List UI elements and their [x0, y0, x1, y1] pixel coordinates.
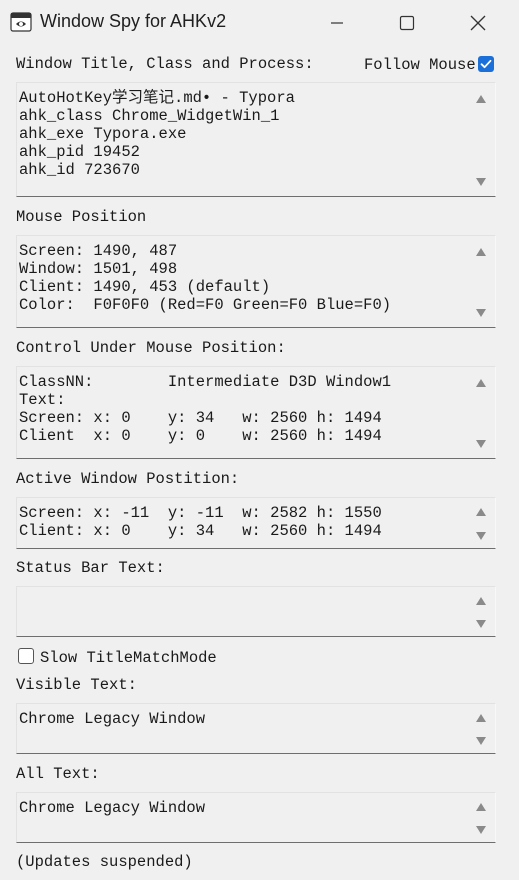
minimize-icon: [331, 21, 343, 24]
scroll-down-icon[interactable]: [476, 440, 486, 448]
spy-icon: [10, 12, 32, 32]
maximize-button[interactable]: [372, 0, 442, 45]
control-under-mouse-label: Control Under Mouse Position:: [16, 339, 286, 357]
checkmark-icon: [480, 59, 492, 69]
scroll-down-icon[interactable]: [476, 620, 486, 628]
close-button[interactable]: [443, 0, 513, 45]
maximize-icon: [399, 15, 415, 30]
scroll-down-icon[interactable]: [476, 178, 486, 186]
mouse-position-text: Screen: 1490, 487 Window: 1501, 498 Clie…: [19, 242, 392, 314]
scroll-down-icon[interactable]: [476, 826, 486, 834]
mouse-position-label: Mouse Position: [16, 208, 147, 226]
updates-status-text: (Updates suspended): [16, 853, 193, 871]
active-window-textbox[interactable]: Screen: x: -11 y: -11 w: 2582 h: 1550 Cl…: [16, 497, 496, 549]
visible-text-label: Visible Text:: [16, 676, 137, 694]
scroll-up-icon[interactable]: [476, 95, 486, 103]
window-title: Window Spy for AHKv2: [40, 11, 227, 31]
scroll-up-icon[interactable]: [476, 803, 486, 811]
all-text-label: All Text:: [16, 765, 100, 783]
minimize-button[interactable]: [302, 0, 372, 45]
scroll-down-icon[interactable]: [476, 309, 486, 317]
all-text-textbox[interactable]: Chrome Legacy Window: [16, 792, 496, 843]
visible-text-content: Chrome Legacy Window: [19, 710, 206, 728]
window-info-text: AutoHotKey学习笔记.md• - Typora ahk_class Ch…: [19, 89, 295, 179]
slow-titlematchmode-label[interactable]: Slow TitleMatchMode: [40, 649, 217, 667]
control-under-mouse-text: ClassNN: Intermediate D3D Window1 Text: …: [19, 373, 392, 445]
window-info-scrollbar[interactable]: [469, 83, 495, 196]
visible-text-scrollbar[interactable]: [469, 704, 495, 753]
scroll-up-icon[interactable]: [476, 508, 486, 516]
status-bar-scrollbar[interactable]: [469, 587, 495, 636]
control-under-mouse-scrollbar[interactable]: [469, 367, 495, 458]
mouse-position-textbox[interactable]: Screen: 1490, 487 Window: 1501, 498 Clie…: [16, 235, 496, 328]
status-bar-textbox[interactable]: [16, 586, 496, 637]
close-icon: [470, 15, 486, 30]
title-bar: Window Spy for AHKv2: [0, 0, 519, 45]
active-window-label: Active Window Postition:: [16, 470, 240, 488]
visible-text-textbox[interactable]: Chrome Legacy Window: [16, 703, 496, 754]
active-window-scrollbar[interactable]: [469, 498, 495, 548]
scroll-up-icon[interactable]: [476, 597, 486, 605]
scroll-up-icon[interactable]: [476, 714, 486, 722]
scroll-down-icon[interactable]: [476, 737, 486, 745]
follow-mouse-label[interactable]: Follow Mouse: [364, 56, 476, 74]
scroll-up-icon[interactable]: [476, 379, 486, 387]
all-text-scrollbar[interactable]: [469, 793, 495, 842]
scroll-up-icon[interactable]: [476, 248, 486, 256]
follow-mouse-checkbox[interactable]: [478, 56, 494, 72]
active-window-text: Screen: x: -11 y: -11 w: 2582 h: 1550 Cl…: [19, 504, 382, 540]
scroll-down-icon[interactable]: [476, 532, 486, 540]
window-info-textbox[interactable]: AutoHotKey学习笔记.md• - Typora ahk_class Ch…: [16, 82, 496, 197]
status-bar-label: Status Bar Text:: [16, 559, 165, 577]
slow-titlematchmode-checkbox[interactable]: [18, 648, 34, 664]
window-info-label: Window Title, Class and Process:: [16, 55, 314, 73]
control-under-mouse-textbox[interactable]: ClassNN: Intermediate D3D Window1 Text: …: [16, 366, 496, 459]
mouse-position-scrollbar[interactable]: [469, 236, 495, 327]
all-text-content: Chrome Legacy Window: [19, 799, 206, 817]
